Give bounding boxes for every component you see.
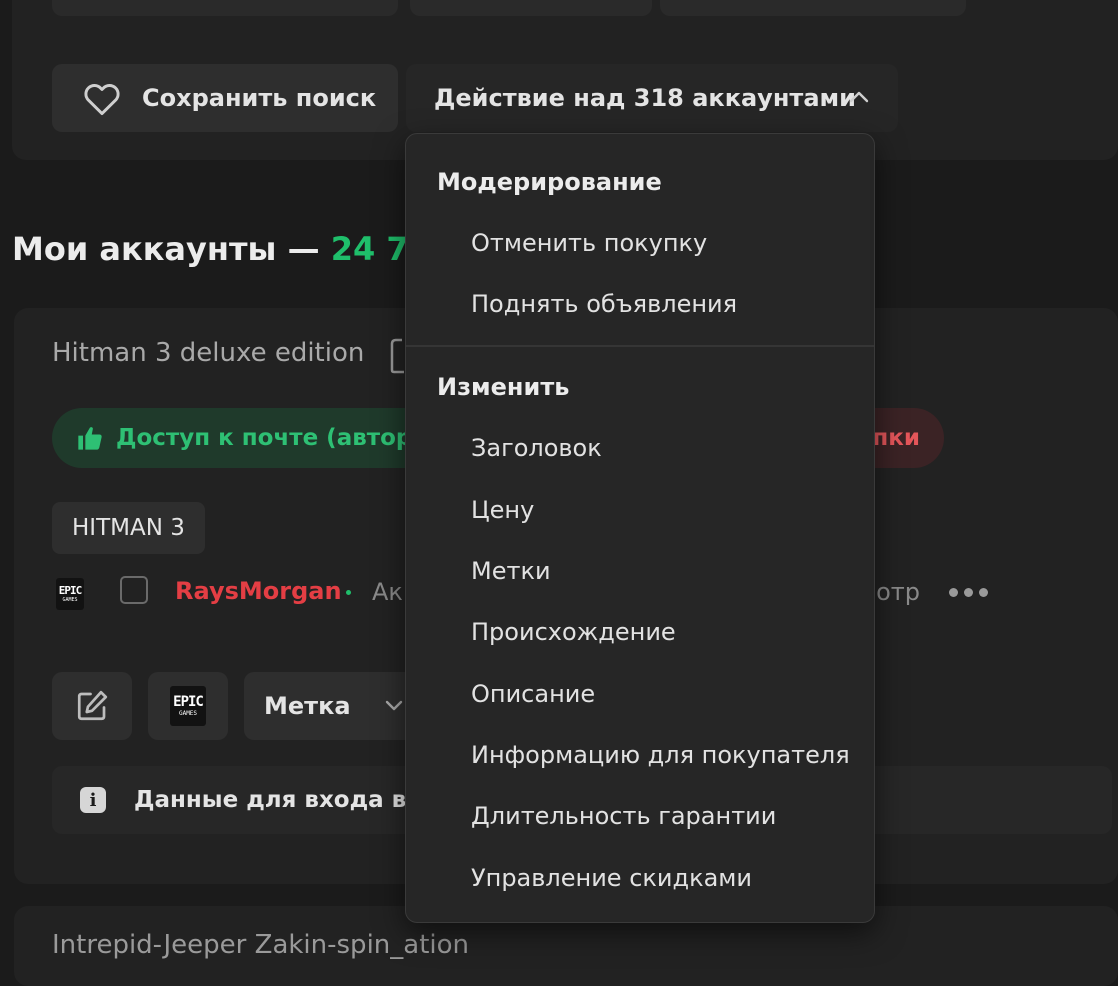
info-icon: i bbox=[80, 787, 106, 813]
epic-games-logo-icon: EPIC GAMES bbox=[170, 686, 206, 726]
trash-icon[interactable] bbox=[390, 338, 404, 374]
bulk-action-button[interactable]: Действие над 318 аккаунтами bbox=[406, 64, 898, 132]
label-select[interactable]: Метка bbox=[244, 672, 424, 740]
bulk-action-label: Действие над 318 аккаунтами bbox=[434, 84, 856, 112]
filter-field[interactable] bbox=[660, 0, 966, 16]
menu-item-cancel-purchase[interactable]: Отменить покупку bbox=[471, 229, 707, 257]
login-info-text: Данные для входа в bbox=[134, 787, 407, 813]
page-title: Мои аккаунты — 24 77 bbox=[12, 230, 431, 268]
chevron-up-icon bbox=[849, 91, 869, 103]
online-indicator bbox=[346, 590, 351, 595]
filter-field[interactable] bbox=[410, 0, 652, 16]
epic-logo-text: EPIC bbox=[173, 694, 204, 710]
menu-item-title[interactable]: Заголовок bbox=[471, 434, 602, 462]
save-search-label: Сохранить поиск bbox=[142, 84, 377, 112]
game-tag[interactable]: HITMAN 3 bbox=[52, 502, 205, 554]
epic-logo-subtext: GAMES bbox=[178, 710, 198, 717]
heart-icon bbox=[84, 84, 120, 116]
epic-logo-subtext: GAMES bbox=[62, 597, 78, 603]
menu-section-moderation: Модерирование bbox=[437, 168, 662, 196]
save-search-button[interactable]: Сохранить поиск bbox=[52, 64, 398, 132]
epic-logo-text: EPIC bbox=[58, 584, 82, 597]
menu-section-edit: Изменить bbox=[437, 373, 570, 401]
game-tag-label: HITMAN 3 bbox=[72, 515, 185, 541]
bulk-action-menu: Модерирование Отменить покупку Поднять о… bbox=[405, 133, 875, 923]
select-checkbox[interactable] bbox=[120, 576, 148, 604]
more-options-icon[interactable] bbox=[949, 588, 988, 597]
edit-icon bbox=[77, 690, 108, 721]
menu-item-origin[interactable]: Происхождение bbox=[471, 618, 676, 646]
menu-item-buyer-info[interactable]: Информацию для покупателя bbox=[471, 741, 850, 769]
chevron-down-icon bbox=[385, 700, 403, 711]
page-title-prefix: Мои аккаунты — bbox=[12, 230, 320, 268]
menu-item-tags[interactable]: Метки bbox=[471, 557, 551, 585]
filter-field[interactable] bbox=[52, 0, 398, 16]
menu-item-discounts[interactable]: Управление скидками bbox=[471, 864, 752, 892]
account-title[interactable]: Hitman 3 deluxe edition bbox=[52, 338, 364, 368]
thumbs-up-icon bbox=[78, 427, 102, 450]
menu-item-price[interactable]: Цену bbox=[471, 496, 534, 524]
menu-item-description[interactable]: Описание bbox=[471, 680, 595, 708]
epic-games-button[interactable]: EPIC GAMES bbox=[148, 672, 228, 740]
mail-access-label: Доступ к почте (автор bbox=[116, 425, 413, 451]
label-select-text: Метка bbox=[264, 692, 351, 720]
edit-button[interactable] bbox=[52, 672, 132, 740]
account-title[interactable]: Intrepid-Jeeper Zakin-spin_ation bbox=[52, 930, 469, 960]
account-status-text: Ак bbox=[372, 578, 403, 606]
menu-divider bbox=[406, 345, 874, 347]
epic-games-icon: EPIC GAMES bbox=[56, 578, 84, 610]
menu-item-bump-listings[interactable]: Поднять объявления bbox=[471, 290, 737, 318]
menu-item-warranty[interactable]: Длительность гарантии bbox=[471, 802, 776, 830]
status-badge-label: пки bbox=[872, 425, 920, 451]
seller-name[interactable]: RaysMorgan bbox=[175, 577, 342, 605]
